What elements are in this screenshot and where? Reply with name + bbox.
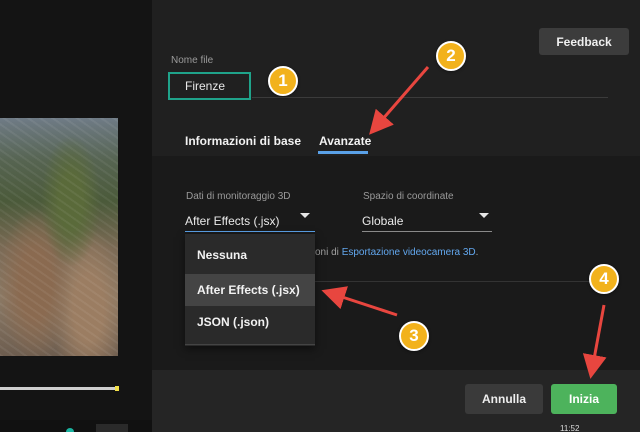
timeline-playhead[interactable] [115, 386, 119, 391]
filename-input[interactable]: Firenze [168, 72, 251, 100]
filename-underline [252, 97, 608, 98]
annotation-badge-1: 1 [268, 66, 298, 96]
info-prefix: oni di [315, 247, 342, 258]
camera-export-link[interactable]: Esportazione videocamera 3D [342, 247, 476, 258]
video-frame [0, 118, 118, 356]
tab-advanced[interactable]: Avanzate [319, 134, 371, 148]
coordinate-space-label: Spazio di coordinate [363, 191, 454, 202]
tab-basic-info[interactable]: Informazioni di base [185, 134, 301, 148]
start-button[interactable]: Inizia [551, 384, 617, 414]
info-suffix: . [475, 247, 479, 258]
annotation-badge-4: 4 [589, 264, 619, 294]
divider [315, 281, 615, 282]
tracking-data-dropdown: Nessuna After Effects (.jsx) JSON (.json… [185, 234, 315, 346]
tracking-data-label: Dati di monitoraggio 3D [186, 191, 291, 202]
cancel-button[interactable]: Annulla [465, 384, 543, 414]
chevron-down-icon[interactable] [479, 213, 489, 218]
annotation-badge-3: 3 [399, 321, 429, 351]
timeline-bar[interactable] [0, 387, 118, 390]
dropdown-option-none[interactable]: Nessuna [185, 239, 315, 271]
chevron-down-icon[interactable] [300, 213, 310, 218]
dropdown-divider [185, 344, 315, 345]
tracking-data-select[interactable]: After Effects (.jsx) [185, 210, 315, 232]
player-controls [0, 420, 152, 432]
clock-text: 11:52 [560, 424, 580, 432]
active-tab-indicator [318, 151, 368, 154]
filename-label: Nome file [171, 55, 214, 66]
dropdown-option-after-effects[interactable]: After Effects (.jsx) [185, 274, 315, 306]
record-icon[interactable] [66, 428, 74, 432]
feedback-button[interactable]: Feedback [539, 28, 629, 55]
dropdown-option-json[interactable]: JSON (.json) [185, 306, 315, 338]
control-button[interactable] [96, 424, 128, 432]
annotation-badge-2: 2 [436, 41, 466, 71]
info-text: oni di Esportazione videocamera 3D. [315, 247, 478, 258]
coordinate-space-select[interactable]: Globale [362, 210, 492, 232]
app-root: Feedback Nome file Firenze Informazioni … [0, 0, 640, 432]
video-preview-area [0, 0, 152, 432]
